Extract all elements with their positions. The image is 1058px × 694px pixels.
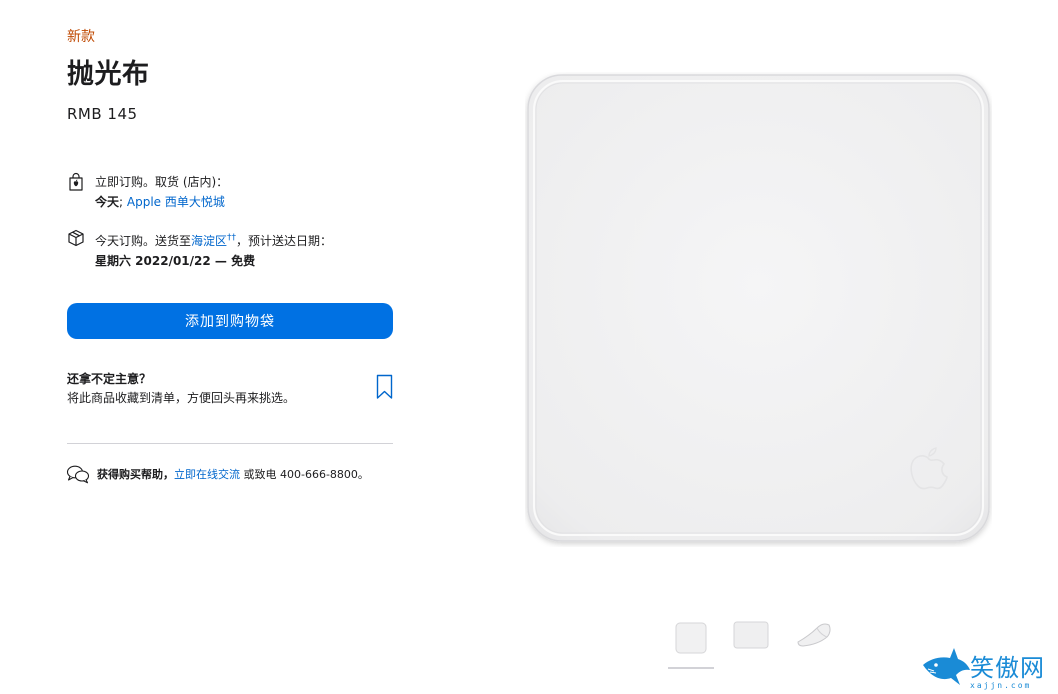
thumbnail-front[interactable] xyxy=(674,621,708,655)
watermark-url: xajjn.com xyxy=(970,681,1032,690)
help-label: 获得购买帮助， xyxy=(97,468,174,481)
district-link[interactable]: 海淀区 xyxy=(191,234,227,248)
chat-bubbles-icon xyxy=(66,465,90,484)
store-link[interactable]: Apple 西单大悦城 xyxy=(127,195,225,209)
watermark-text: 笑傲网 xyxy=(970,654,1045,682)
thumbnail-selected-indicator xyxy=(668,667,714,669)
save-for-later: 还拿不定主意？ 将此商品收藏到清单，方便回头再来挑选。 xyxy=(67,371,393,409)
chat-link[interactable]: 立即在线交流 xyxy=(174,468,240,481)
product-title: 抛光布 xyxy=(67,59,150,90)
product-price: RMB 145 xyxy=(67,105,138,123)
add-to-bag-button[interactable]: 添加到购物袋 xyxy=(67,303,393,339)
thumbnail-folded[interactable] xyxy=(795,620,835,650)
help-phone: 或致电 400-666-8800。 xyxy=(240,468,369,481)
box-icon xyxy=(68,229,84,247)
delivery-line1-prefix: 今天订购。送货至 xyxy=(95,234,192,248)
pickup-info: 立即订购。取货 (店内)： 今天; Apple 西单大悦城 xyxy=(66,172,228,212)
product-image xyxy=(527,74,990,542)
store-bag-icon xyxy=(69,172,83,191)
delivery-date: 星期六 2022/01/22 — 免费 xyxy=(95,254,256,268)
new-badge: 新款 xyxy=(67,29,95,45)
thumbnail-flat[interactable] xyxy=(732,620,770,650)
purchase-help: 获得购买帮助，立即在线交流 或致电 400-666-8800。 xyxy=(66,464,369,484)
divider xyxy=(67,443,393,444)
pickup-day: 今天 xyxy=(95,195,120,209)
save-title: 还拿不定主意？ xyxy=(67,372,152,386)
delivery-line1-suffix: ，预计送达日期： xyxy=(236,234,333,248)
save-desc: 将此商品收藏到清单，方便回头再来挑选。 xyxy=(67,391,296,405)
delivery-footnote[interactable]: †† xyxy=(227,233,236,243)
delivery-info: 今天订购。送货至海淀区††，预计送达日期： 星期六 2022/01/22 — 免… xyxy=(66,228,332,271)
pickup-line1: 立即订购。取货 (店内)： xyxy=(95,175,229,189)
bookmark-icon[interactable] xyxy=(376,374,393,400)
